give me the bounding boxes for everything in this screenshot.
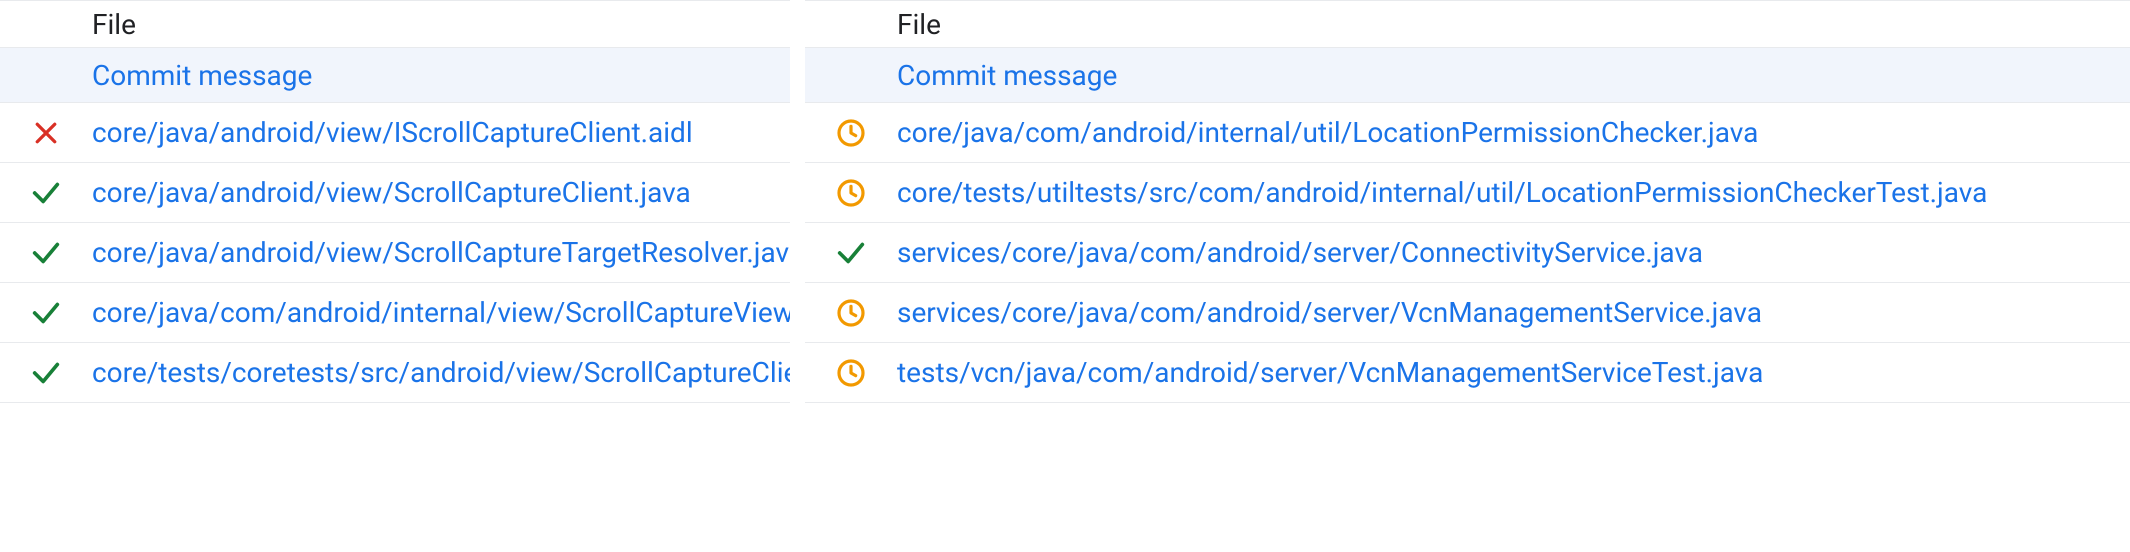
file-path-link[interactable]: core/java/android/view/ScrollCaptureClie…: [92, 176, 691, 209]
file-row[interactable]: core/java/android/view/IScrollCaptureCli…: [0, 103, 790, 163]
status-cell: [805, 117, 897, 149]
check-icon: [29, 236, 63, 270]
check-icon: [29, 356, 63, 390]
clock-icon: [835, 177, 867, 209]
column-header-row: File: [0, 0, 790, 48]
file-path-link[interactable]: core/java/com/android/internal/view/Scro…: [92, 296, 790, 329]
file-path-link[interactable]: core/java/android/view/IScrollCaptureCli…: [92, 116, 693, 149]
status-cell: [0, 118, 92, 148]
clock-icon: [835, 297, 867, 329]
commit-message-row[interactable]: Commit message: [805, 48, 2130, 103]
file-path-link[interactable]: core/tests/utiltests/src/com/android/int…: [897, 176, 1987, 209]
clock-icon: [835, 117, 867, 149]
file-path-link[interactable]: tests/vcn/java/com/android/server/VcnMan…: [897, 356, 1763, 389]
file-row[interactable]: core/java/android/view/ScrollCaptureTarg…: [0, 223, 790, 283]
status-cell: [805, 297, 897, 329]
file-path-link[interactable]: core/java/com/android/internal/util/Loca…: [897, 116, 1758, 149]
file-row[interactable]: core/java/com/android/internal/view/Scro…: [0, 283, 790, 343]
check-icon: [29, 176, 63, 210]
status-cell: [805, 177, 897, 209]
check-icon: [29, 296, 63, 330]
check-icon: [834, 236, 868, 270]
status-cell: [805, 357, 897, 389]
cross-icon: [31, 118, 61, 148]
file-path-link[interactable]: services/core/java/com/android/server/Co…: [897, 236, 1703, 269]
commit-message-row[interactable]: Commit message: [0, 48, 790, 103]
file-list-right: File Commit message core/java/com/androi…: [805, 0, 2130, 552]
file-list-left: File Commit message core/java/android/vi…: [0, 0, 790, 552]
file-path-link[interactable]: core/java/android/view/ScrollCaptureTarg…: [92, 236, 790, 269]
status-cell: [805, 236, 897, 270]
status-cell: [0, 356, 92, 390]
status-cell: [0, 176, 92, 210]
commit-message-link[interactable]: Commit message: [92, 59, 312, 92]
clock-icon: [835, 357, 867, 389]
file-row[interactable]: core/java/android/view/ScrollCaptureClie…: [0, 163, 790, 223]
file-row[interactable]: services/core/java/com/android/server/Vc…: [805, 283, 2130, 343]
file-column-header: File: [897, 8, 941, 41]
status-cell: [0, 236, 92, 270]
status-cell: [0, 296, 92, 330]
commit-message-link[interactable]: Commit message: [897, 59, 1117, 92]
file-row[interactable]: core/tests/utiltests/src/com/android/int…: [805, 163, 2130, 223]
file-row[interactable]: core/java/com/android/internal/util/Loca…: [805, 103, 2130, 163]
file-path-link[interactable]: services/core/java/com/android/server/Vc…: [897, 296, 1762, 329]
file-row[interactable]: core/tests/coretests/src/android/view/Sc…: [0, 343, 790, 403]
column-header-row: File: [805, 0, 2130, 48]
file-path-link[interactable]: core/tests/coretests/src/android/view/Sc…: [92, 356, 790, 389]
file-row[interactable]: tests/vcn/java/com/android/server/VcnMan…: [805, 343, 2130, 403]
file-row[interactable]: services/core/java/com/android/server/Co…: [805, 223, 2130, 283]
file-column-header: File: [92, 8, 136, 41]
